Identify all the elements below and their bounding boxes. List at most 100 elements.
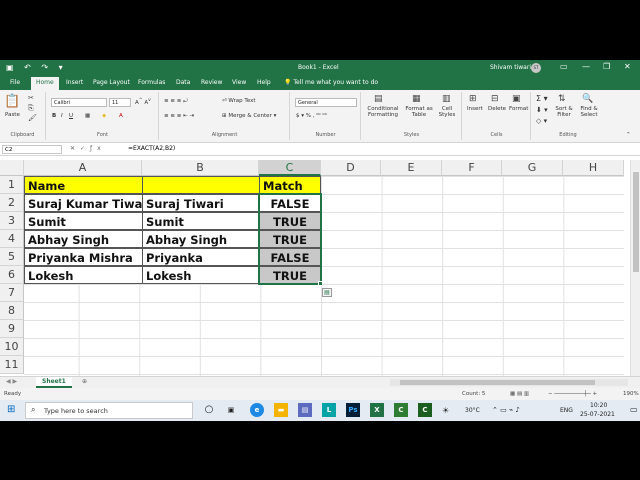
underline-button[interactable]: U <box>69 113 73 119</box>
autosum-icon[interactable]: Σ ▾ <box>536 94 548 103</box>
app-icon[interactable]: ▤ <box>298 403 312 417</box>
find-select-icon[interactable]: 🔍 <box>582 94 593 104</box>
bold-button[interactable]: B <box>52 113 56 119</box>
formula-input[interactable]: =EXACT(A2,B2) <box>128 145 175 152</box>
excel-icon[interactable]: X <box>370 403 384 417</box>
tab-help[interactable]: Help <box>257 79 271 86</box>
cut-icon[interactable]: ✂ <box>28 94 34 102</box>
font-name-box[interactable]: Calibri <box>51 98 107 107</box>
column-header-b[interactable]: B <box>142 160 259 176</box>
insert-button[interactable]: Insert <box>467 106 483 112</box>
cell-a5[interactable]: Priyanka Mishra <box>24 248 143 266</box>
format-button[interactable]: Format <box>509 106 528 112</box>
camtasia-icon[interactable]: C <box>394 403 408 417</box>
zoom-slider[interactable]: − ─────────┼─ + <box>548 391 597 397</box>
conditional-formatting-icon[interactable]: ▤ <box>374 94 383 104</box>
cell-c5[interactable]: FALSE <box>259 248 321 266</box>
font-size-box[interactable]: 11 <box>109 98 131 107</box>
zoom-level[interactable]: 190% <box>623 391 639 397</box>
row-header-9[interactable]: 9 <box>0 320 24 338</box>
tell-me-box[interactable]: 💡 Tell me what you want to do <box>284 79 378 86</box>
file-explorer-icon[interactable]: ▬ <box>274 403 288 417</box>
sheet-nav-icon[interactable]: ◀ ▶ <box>6 378 17 385</box>
column-header-a[interactable]: A <box>24 160 142 176</box>
format-as-table-button[interactable]: Format as Table <box>404 106 434 118</box>
row-header-8[interactable]: 8 <box>0 302 24 320</box>
spreadsheet-grid[interactable]: A B C D E F G H 1 2 3 4 5 6 7 8 9 10 11 … <box>0 160 630 376</box>
delete-icon[interactable]: ⊟ <box>491 94 499 104</box>
tray-icons[interactable]: ⌃ ▭ ⌁ ♪ <box>492 406 520 414</box>
row-header-4[interactable]: 4 <box>0 230 24 248</box>
cell-b5[interactable]: Priyanka <box>142 248 260 266</box>
clock-date[interactable]: 25-07-2021 <box>580 411 615 418</box>
borders-icon[interactable]: ▦ <box>85 113 90 119</box>
cell-b6[interactable]: Lokesh <box>142 266 260 284</box>
tab-formulas[interactable]: Formulas <box>138 79 165 86</box>
name-box[interactable]: C2 <box>2 145 62 154</box>
cell-a3[interactable]: Sumit <box>24 212 143 230</box>
row-header-10[interactable]: 10 <box>0 338 24 356</box>
row-header-2[interactable]: 2 <box>0 194 24 212</box>
avatar[interactable]: ST <box>531 63 541 73</box>
task-view-icon[interactable]: ▣ <box>224 403 238 417</box>
row-header-3[interactable]: 3 <box>0 212 24 230</box>
quick-access-toolbar[interactable]: ▣ ↶ ↷ ▾ <box>6 63 67 72</box>
weather-icon[interactable]: ☀ <box>442 406 449 415</box>
clear-icon[interactable]: ◇ ▾ <box>536 117 547 125</box>
column-header-d[interactable]: D <box>321 160 381 176</box>
vertical-scroll-thumb[interactable] <box>633 172 639 272</box>
notifications-icon[interactable]: ▭ <box>630 405 638 414</box>
paste-button[interactable]: Paste <box>5 112 20 118</box>
fill-color-icon[interactable]: ◈ <box>102 113 106 119</box>
merge-center-button[interactable]: ⊞ Merge & Center ▾ <box>222 113 276 119</box>
cell-b3[interactable]: Sumit <box>142 212 260 230</box>
user-name[interactable]: Shivam tiwari <box>490 64 531 71</box>
fill-handle[interactable] <box>318 281 323 286</box>
format-icon[interactable]: ▣ <box>512 94 521 104</box>
paste-icon[interactable]: 📋 <box>4 94 20 109</box>
vertical-scrollbar[interactable] <box>630 160 640 376</box>
close-icon[interactable]: ✕ <box>624 62 631 71</box>
cell-a6[interactable]: Lokesh <box>24 266 143 284</box>
cell-b1[interactable] <box>142 176 260 194</box>
cell-styles-button[interactable]: Cell Styles <box>436 106 458 118</box>
left-align-icon[interactable]: ≡ ≡ ≡ ⇤ ⇥ <box>164 113 194 119</box>
tab-review[interactable]: Review <box>201 79 222 86</box>
quick-analysis-icon[interactable]: ▤ <box>322 288 332 297</box>
cell-a4[interactable]: Abhay Singh <box>24 230 143 248</box>
cell-c1[interactable]: Match <box>259 176 321 194</box>
insert-icon[interactable]: ⊞ <box>469 94 477 104</box>
tab-view[interactable]: View <box>232 79 246 86</box>
column-header-h[interactable]: H <box>563 160 624 176</box>
weather-temp[interactable]: 30°C <box>465 407 480 414</box>
edge-icon[interactable]: e <box>250 403 264 417</box>
language-indicator[interactable]: ENG <box>560 407 573 414</box>
cell-a1[interactable]: Name <box>24 176 143 194</box>
row-header-7[interactable]: 7 <box>0 284 24 302</box>
delete-button[interactable]: Delete <box>488 106 506 112</box>
maximize-icon[interactable]: ❐ <box>603 62 610 71</box>
cell-c4[interactable]: TRUE <box>259 230 321 248</box>
number-format-box[interactable]: General <box>295 98 357 107</box>
tab-home[interactable]: Home <box>31 77 59 90</box>
tab-data[interactable]: Data <box>176 79 190 86</box>
cell-a2[interactable]: Suraj Kumar Tiwari <box>24 194 143 212</box>
cell-c3[interactable]: TRUE <box>259 212 321 230</box>
format-painter-icon[interactable]: 🖌 <box>28 114 37 122</box>
cell-b2[interactable]: Suraj Tiwari <box>142 194 260 212</box>
select-all-corner[interactable] <box>0 160 24 176</box>
clock-time[interactable]: 10:20 <box>590 402 607 409</box>
column-header-c[interactable]: C <box>259 160 321 176</box>
horizontal-scroll-thumb[interactable] <box>400 380 595 385</box>
cell-b4[interactable]: Abhay Singh <box>142 230 260 248</box>
cell-c2[interactable]: FALSE <box>259 194 321 212</box>
cell-styles-icon[interactable]: ▥ <box>442 94 451 104</box>
currency-icon[interactable]: $ ▾ % , ⁰⁰ ⁰⁰ <box>296 113 327 119</box>
row-header-6[interactable]: 6 <box>0 266 24 284</box>
add-sheet-icon[interactable]: ⊕ <box>82 378 87 385</box>
row-header-11[interactable]: 11 <box>0 356 24 374</box>
windows-start-icon[interactable]: ⊞ <box>7 404 15 415</box>
tab-insert[interactable]: Insert <box>66 79 83 86</box>
copy-icon[interactable]: ⎘ <box>28 104 34 113</box>
row-header-5[interactable]: 5 <box>0 248 24 266</box>
